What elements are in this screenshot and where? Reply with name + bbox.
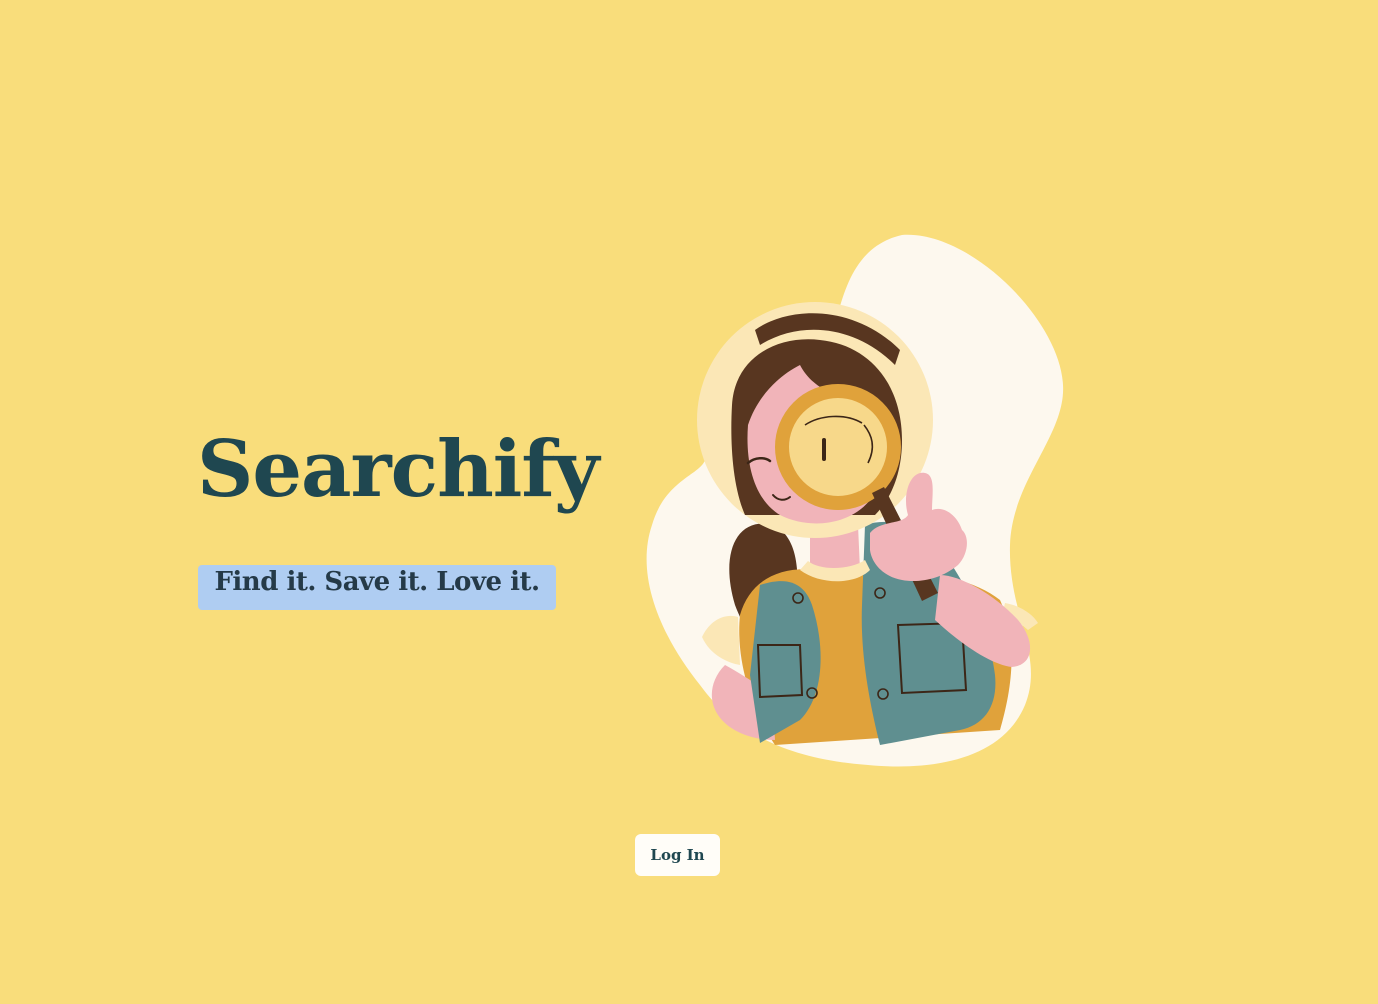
woman-with-magnifier-illustration (646, 234, 1064, 767)
tagline-text: Find it. Save it. Love it. (214, 567, 540, 597)
brand-title: Searchify (197, 424, 599, 515)
login-button[interactable]: Log In (635, 834, 720, 876)
tagline-banner: Find it. Save it. Love it. (198, 565, 556, 610)
